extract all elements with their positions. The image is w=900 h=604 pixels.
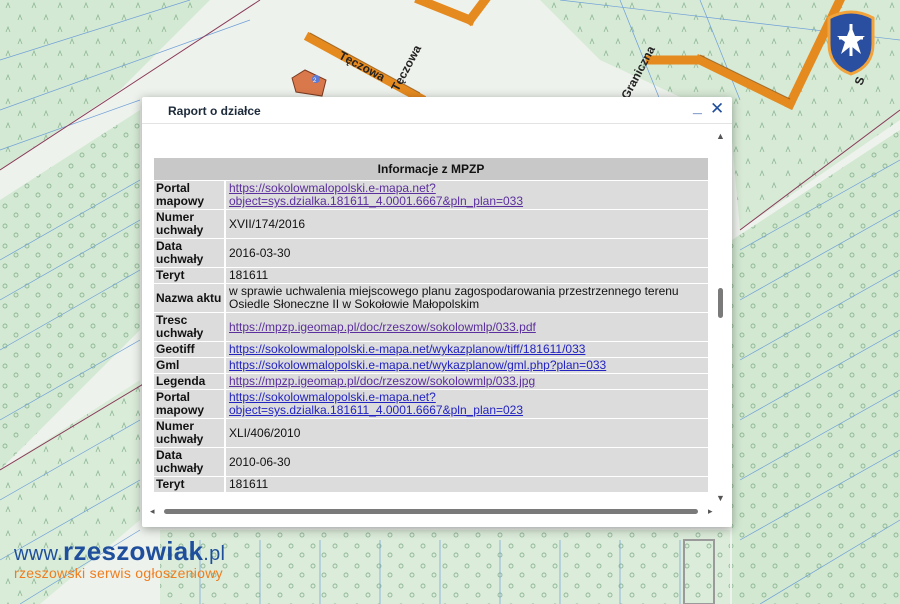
row-key: Teryt <box>154 477 226 492</box>
row-value-link[interactable]: https://sokolowmalopolski.e-mapa.net?obj… <box>229 181 523 208</box>
vertical-scroll-thumb[interactable] <box>718 288 723 318</box>
scroll-up-arrow-icon[interactable]: ▲ <box>716 131 725 141</box>
watermark-logo-text: www.rzeszowiak.pl <box>14 536 314 567</box>
table-row: Geotiff https://sokolowmalopolski.e-mapa.… <box>154 342 708 357</box>
watermark-suffix: .pl <box>203 543 226 565</box>
row-value-text: 181611 <box>229 477 269 491</box>
row-value-cell: 181611 <box>226 477 708 492</box>
row-value-text: XVII/174/2016 <box>229 216 306 231</box>
mpzp-info-table: Informacje z MPZP Portal mapowy https://s… <box>154 157 708 493</box>
watermark-prefix: www. <box>14 543 63 565</box>
row-value-cell: w sprawie uchwalenia miejscowego planu z… <box>226 284 708 312</box>
row-value-cell: https://sokolowmalopolski.e-mapa.net/wyk… <box>226 358 708 373</box>
row-key: Data uchwały <box>154 239 226 267</box>
table-row: Numer uchwały XLI/406/2010 <box>154 419 708 447</box>
table-row: Data uchwały 2016-03-30 <box>154 239 708 267</box>
row-value-link[interactable]: https://mpzp.igeomap.pl/doc/rzeszow/soko… <box>229 374 535 388</box>
row-value-cell: XVII/174/2016 <box>226 210 708 238</box>
rzeszowiak-watermark: www.rzeszowiak.pl rzeszowski serwis ogło… <box>14 536 314 596</box>
scroll-down-arrow-icon[interactable]: ▼ <box>716 493 725 503</box>
table-row: Nazwa aktu w sprawie uchwalenia miejscowe… <box>154 284 708 312</box>
table-row: Portal mapowy https://sokolowmalopolski.e… <box>154 181 708 209</box>
row-key: Numer uchwały <box>154 419 226 447</box>
scroll-left-arrow-icon[interactable]: ◂ <box>150 506 155 517</box>
parcel-report-dialog: Raport o działce _ ✕ Informacje z MPZP P… <box>142 97 732 527</box>
row-key: Numer uchwały <box>154 210 226 238</box>
row-key: Gml <box>154 358 226 373</box>
row-value-link[interactable]: https://sokolowmalopolski.e-mapa.net?obj… <box>229 390 523 417</box>
dialog-header[interactable]: Raport o działce _ ✕ <box>142 97 732 125</box>
row-value-cell: https://sokolowmalopolski.e-mapa.net/wyk… <box>226 342 708 357</box>
row-key: Geotiff <box>154 342 226 357</box>
row-key: Tresc uchwały <box>154 313 226 341</box>
table-row: Teryt 181611 <box>154 477 708 492</box>
table-row: Tresc uchwały https://mpzp.igeomap.pl/doc… <box>154 313 708 341</box>
minimize-button[interactable]: _ <box>693 99 705 117</box>
row-key: Nazwa aktu <box>154 284 226 312</box>
row-value-cell: https://sokolowmalopolski.e-mapa.net?obj… <box>226 181 708 209</box>
table-row: Numer uchwały XVII/174/2016 <box>154 210 708 238</box>
vertical-scrollbar[interactable]: ▲ ▼ <box>716 131 726 505</box>
watermark-tagline: rzeszowski serwis ogłoszeniowy <box>14 565 223 581</box>
row-key: Portal mapowy <box>154 390 226 418</box>
row-value-cell: 181611 <box>226 268 708 283</box>
section-title: Informacje z MPZP <box>154 158 708 180</box>
watermark-brand: rzeszowiak <box>62 536 204 566</box>
row-value-text: XLI/406/2010 <box>229 425 301 440</box>
row-value-text: 181611 <box>229 268 269 282</box>
row-key: Portal mapowy <box>154 181 226 209</box>
table-row: Legenda https://mpzp.igeomap.pl/doc/rzesz… <box>154 374 708 389</box>
horizontal-scrollbar[interactable]: ◂ ▸ <box>150 506 716 517</box>
row-key: Data uchwały <box>154 448 226 476</box>
row-value-text: w sprawie uchwalenia miejscowego planu z… <box>229 284 679 311</box>
table-row: Gml https://sokolowmalopolski.e-mapa.net/… <box>154 358 708 373</box>
row-value-cell: https://mpzp.igeomap.pl/doc/rzeszow/soko… <box>226 374 708 389</box>
row-value-cell: 2010-06-30 <box>226 448 708 476</box>
row-value-text: 2010-06-30 <box>229 454 291 469</box>
report-content[interactable]: Informacje z MPZP Portal mapowy https://s… <box>154 157 708 507</box>
row-value-cell: XLI/406/2010 <box>226 419 708 447</box>
scroll-right-arrow-icon[interactable]: ▸ <box>708 506 713 517</box>
close-button[interactable]: ✕ <box>710 100 724 118</box>
row-value-cell: https://mpzp.igeomap.pl/doc/rzeszow/soko… <box>226 313 708 341</box>
row-key: Teryt <box>154 268 226 283</box>
row-key: Legenda <box>154 374 226 389</box>
dialog-title: Raport o działce <box>168 104 261 118</box>
row-value-cell: 2016-03-30 <box>226 239 708 267</box>
row-value-cell: https://sokolowmalopolski.e-mapa.net?obj… <box>226 390 708 418</box>
row-value-link[interactable]: https://sokolowmalopolski.e-mapa.net/wyk… <box>229 342 585 356</box>
coat-of-arms-icon <box>827 10 875 76</box>
row-value-link[interactable]: https://mpzp.igeomap.pl/doc/rzeszow/soko… <box>229 320 536 334</box>
table-row: Teryt 181611 <box>154 268 708 283</box>
header-divider <box>142 123 732 124</box>
horizontal-scroll-thumb[interactable] <box>164 509 698 514</box>
row-value-text: 2016-03-30 <box>229 245 291 260</box>
table-row: Portal mapowy https://sokolowmalopolski.e… <box>154 390 708 418</box>
table-row: Data uchwały 2010-06-30 <box>154 448 708 476</box>
row-value-link[interactable]: https://sokolowmalopolski.e-mapa.net/wyk… <box>229 358 606 372</box>
